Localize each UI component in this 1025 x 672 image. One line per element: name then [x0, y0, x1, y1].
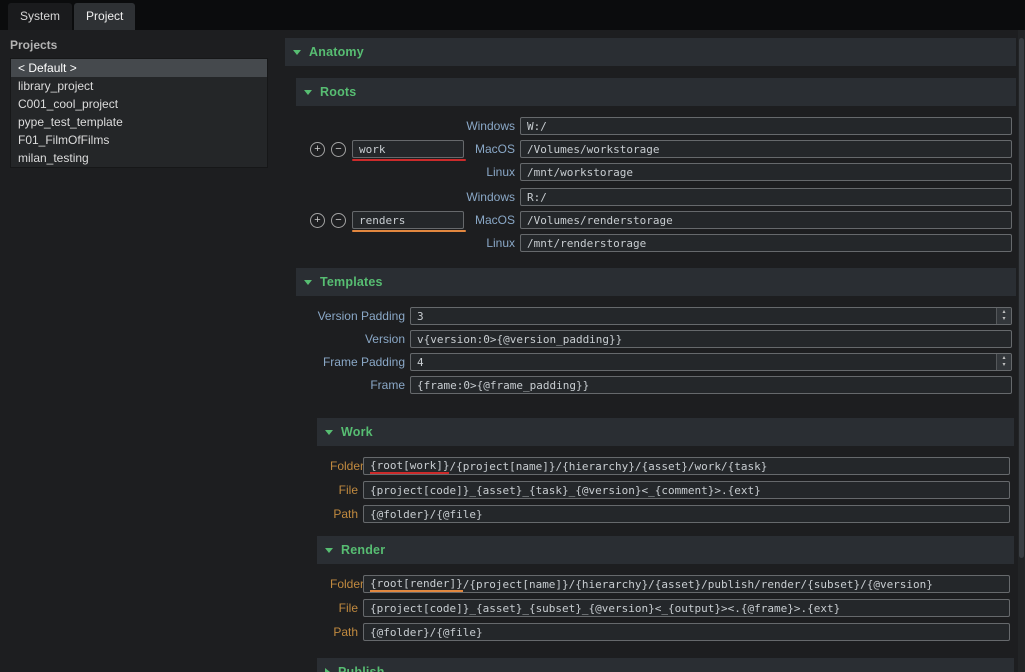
- root-work-windows-input[interactable]: [520, 117, 1012, 135]
- project-list-item[interactable]: F01_FilmOfFilms: [11, 131, 267, 149]
- work-path-label: Path: [330, 507, 358, 521]
- work-folder-label: Folder: [330, 459, 358, 473]
- work-folder-template-input[interactable]: {root[work]}/{project[name]}/{hierarchy}…: [363, 457, 1010, 475]
- windows-label: Windows: [460, 119, 515, 133]
- work-file-label: File: [330, 483, 358, 497]
- root-work-macos-input[interactable]: [520, 140, 1012, 158]
- project-list: < Default > library_project C001_cool_pr…: [10, 58, 268, 168]
- root-name-input-renders[interactable]: [352, 211, 464, 229]
- frame-template-input[interactable]: [410, 376, 1012, 394]
- macos-label: MacOS: [460, 142, 515, 156]
- frame-padding-input[interactable]: [410, 353, 1012, 371]
- scrollbar-handle[interactable]: [1019, 38, 1024, 558]
- section-templates-header[interactable]: Templates: [296, 268, 1016, 296]
- collapse-arrow-icon: [304, 280, 312, 285]
- render-path-label: Path: [330, 625, 358, 639]
- root-entry-renders: Windows + − MacOS: [310, 187, 1014, 253]
- project-list-item[interactable]: C001_cool_project: [11, 95, 267, 113]
- root-renders-linux-input[interactable]: [520, 234, 1012, 252]
- tab-project[interactable]: Project: [74, 3, 135, 30]
- section-templates-title: Templates: [320, 275, 383, 289]
- root-entry-work: Windows + − MacOS: [310, 116, 1014, 182]
- section-work-title: Work: [341, 425, 373, 439]
- expand-arrow-icon: [325, 668, 330, 672]
- render-folder-label: Folder: [330, 577, 358, 591]
- render-file-label: File: [330, 601, 358, 615]
- collapse-arrow-icon: [304, 90, 312, 95]
- version-padding-label: Version Padding: [299, 309, 405, 323]
- annotation-underline-renders: [352, 230, 466, 232]
- root-renders-windows-input[interactable]: [520, 188, 1012, 206]
- project-list-item-default[interactable]: < Default >: [11, 59, 267, 77]
- project-list-item[interactable]: pype_test_template: [11, 113, 267, 131]
- render-path-template-input[interactable]: [363, 623, 1010, 641]
- work-file-template-input[interactable]: [363, 481, 1010, 499]
- root-work-linux-input[interactable]: [520, 163, 1012, 181]
- version-template-input[interactable]: [410, 330, 1012, 348]
- section-render-title: Render: [341, 543, 385, 557]
- collapse-arrow-icon: [325, 430, 333, 435]
- section-anatomy-header[interactable]: Anatomy: [285, 38, 1016, 66]
- version-padding-input[interactable]: [410, 307, 1012, 325]
- projects-sidebar: Projects < Default > library_project C00…: [0, 30, 278, 672]
- collapse-arrow-icon: [325, 548, 333, 553]
- annotation-underline-work: [352, 159, 466, 161]
- add-root-button[interactable]: +: [310, 213, 325, 228]
- work-path-template-input[interactable]: [363, 505, 1010, 523]
- root-name-input-work[interactable]: [352, 140, 464, 158]
- windows-label: Windows: [460, 190, 515, 204]
- vertical-scrollbar[interactable]: [1018, 30, 1025, 672]
- remove-root-button[interactable]: −: [331, 213, 346, 228]
- remove-root-button[interactable]: −: [331, 142, 346, 157]
- linux-label: Linux: [460, 236, 515, 250]
- section-publish-header[interactable]: Publish: [317, 658, 1014, 672]
- frame-label: Frame: [299, 378, 405, 392]
- render-folder-template-input[interactable]: {root[render]}/{project[name]}/{hierarch…: [363, 575, 1010, 593]
- frame-padding-label: Frame Padding: [299, 355, 405, 369]
- project-list-item[interactable]: milan_testing: [11, 149, 267, 167]
- section-render-header[interactable]: Render: [317, 536, 1014, 564]
- render-file-template-input[interactable]: [363, 599, 1010, 617]
- project-list-item[interactable]: library_project: [11, 77, 267, 95]
- macos-label: MacOS: [460, 213, 515, 227]
- add-root-button[interactable]: +: [310, 142, 325, 157]
- root-renders-macos-input[interactable]: [520, 211, 1012, 229]
- section-publish-title: Publish: [338, 665, 385, 672]
- spinner-buttons[interactable]: ▴▾: [996, 308, 1011, 324]
- collapse-arrow-icon: [293, 50, 301, 55]
- top-tab-bar: System Project: [0, 0, 1025, 30]
- section-roots-title: Roots: [320, 85, 356, 99]
- settings-panel: Anatomy Roots Windows +: [278, 30, 1025, 672]
- version-label: Version: [299, 332, 405, 346]
- projects-title: Projects: [10, 38, 268, 52]
- linux-label: Linux: [460, 165, 515, 179]
- section-work-header[interactable]: Work: [317, 418, 1014, 446]
- section-roots-header[interactable]: Roots: [296, 78, 1016, 106]
- tab-system[interactable]: System: [8, 3, 72, 30]
- section-anatomy-title: Anatomy: [309, 45, 364, 59]
- spinner-buttons[interactable]: ▴▾: [996, 354, 1011, 370]
